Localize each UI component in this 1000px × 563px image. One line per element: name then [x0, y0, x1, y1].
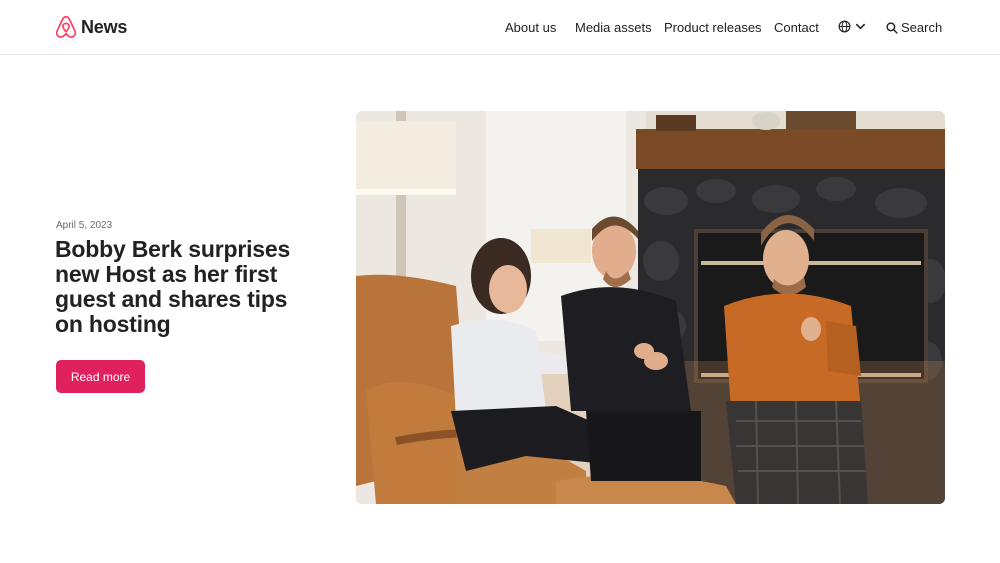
- hero-photo[interactable]: [356, 111, 945, 504]
- language-button[interactable]: [838, 20, 866, 33]
- nav-media-assets[interactable]: Media assets: [575, 20, 652, 35]
- article-date: April 5, 2023: [56, 220, 113, 231]
- chevron-down-icon: [856, 23, 865, 30]
- nav-about-us[interactable]: About us: [505, 20, 556, 35]
- airbnb-belo-icon: [55, 15, 77, 38]
- nav-contact[interactable]: Contact: [774, 20, 819, 35]
- globe-icon: [838, 20, 851, 33]
- top-header: News About us Media assets Product relea…: [0, 0, 1000, 55]
- brand-name: News: [81, 16, 128, 37]
- hero-photo-illustration: [356, 111, 945, 504]
- search-button[interactable]: Search: [886, 20, 942, 35]
- brand-logo[interactable]: News: [55, 15, 127, 39]
- nav-product-releases[interactable]: Product releases: [664, 20, 762, 35]
- search-label: Search: [901, 20, 943, 35]
- read-more-button[interactable]: Read more: [56, 360, 145, 393]
- article-title[interactable]: Bobby Berk surprises new Host as her fir…: [55, 237, 315, 337]
- search-icon: [886, 21, 898, 34]
